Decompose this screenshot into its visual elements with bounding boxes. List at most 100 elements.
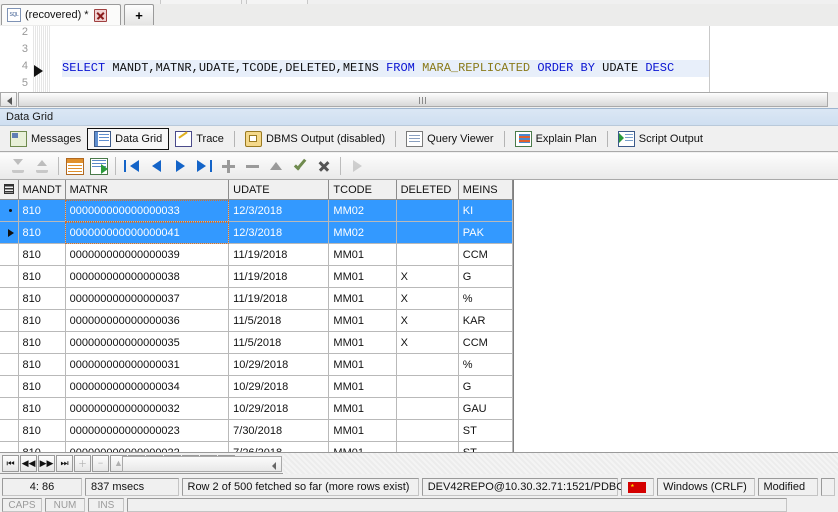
first-record-button[interactable] (120, 155, 144, 177)
row-marker-current[interactable] (0, 221, 19, 244)
nav-next-button[interactable]: ▶▶ (38, 454, 55, 472)
nav-first-button[interactable]: ⏮ (2, 454, 19, 472)
cell-matnr[interactable]: 000000000000000034 (65, 375, 230, 398)
cell-matnr[interactable]: 000000000000000022 (65, 441, 230, 452)
cell-mandt[interactable]: 810 (18, 397, 66, 420)
row-marker[interactable] (0, 331, 19, 354)
table-row[interactable]: 810 000000000000000041 12/3/2018 MM02 PA… (0, 221, 514, 244)
column-header-deleted[interactable]: DELETED (396, 180, 459, 200)
cell-meins[interactable]: G (458, 375, 514, 398)
cell-mandt[interactable]: 810 (18, 441, 66, 452)
post-edit-button[interactable] (288, 155, 312, 177)
column-header-matnr[interactable]: MATNR (65, 180, 230, 200)
cell-tcode[interactable]: MM01 (328, 375, 397, 398)
table-row[interactable]: 810 000000000000000022 7/26/2018 MM01 ST (0, 441, 514, 452)
cell-mandt[interactable]: 810 (18, 287, 66, 310)
cell-mandt[interactable]: 810 (18, 199, 66, 222)
column-header-meins[interactable]: MEINS (458, 180, 514, 200)
cell-mandt[interactable]: 810 (18, 375, 66, 398)
cell-tcode[interactable]: MM01 (328, 397, 397, 420)
row-marker[interactable] (0, 287, 19, 310)
close-icon[interactable] (93, 8, 107, 22)
grid-menu-button[interactable] (0, 180, 19, 200)
tab-script-output[interactable]: Script Output (612, 128, 709, 150)
cell-udate[interactable]: 10/29/2018 (228, 353, 330, 376)
table-row[interactable]: 810 000000000000000032 10/29/2018 MM01 G… (0, 397, 514, 420)
cell-matnr[interactable]: 000000000000000041 (65, 221, 230, 244)
cell-deleted[interactable] (396, 375, 459, 398)
table-row[interactable]: 810 000000000000000035 11/5/2018 MM01 X … (0, 331, 514, 354)
import-data-button[interactable] (6, 155, 30, 177)
cell-meins[interactable]: G (458, 265, 514, 288)
nav-prior-button[interactable]: ◀◀ (20, 454, 37, 472)
cell-meins[interactable]: KI (458, 199, 514, 222)
tab-data-grid[interactable]: Data Grid (87, 127, 170, 150)
status-line-endings[interactable]: Windows (CRLF) (657, 478, 755, 496)
table-row[interactable]: 810 000000000000000033 12/3/2018 MM02 KI (0, 199, 514, 222)
row-marker[interactable] (0, 419, 19, 442)
cell-meins[interactable]: ST (458, 419, 514, 442)
row-marker[interactable] (0, 375, 19, 398)
cell-udate[interactable]: 11/19/2018 (228, 265, 330, 288)
scroll-thumb[interactable] (18, 92, 828, 107)
tab-dbms-output[interactable]: DBMS Output (disabled) (239, 128, 391, 150)
cell-mandt[interactable]: 810 (18, 419, 66, 442)
cell-matnr[interactable]: 000000000000000038 (65, 265, 230, 288)
document-tab[interactable]: (recovered) * (1, 4, 121, 25)
cell-deleted[interactable] (396, 353, 459, 376)
column-header-udate[interactable]: UDATE (228, 180, 330, 200)
delete-record-button[interactable] (240, 155, 264, 177)
cell-matnr[interactable]: 000000000000000039 (65, 243, 230, 266)
cell-deleted[interactable]: X (396, 287, 459, 310)
cell-udate[interactable]: 7/30/2018 (228, 419, 330, 442)
last-record-button[interactable] (192, 155, 216, 177)
cell-mandt[interactable]: 810 (18, 243, 66, 266)
table-row[interactable]: 810 000000000000000036 11/5/2018 MM01 X … (0, 309, 514, 332)
nav-delete-button[interactable]: − (92, 454, 109, 472)
row-marker[interactable] (0, 397, 19, 420)
grid-horizontal-scrollbar[interactable] (122, 456, 282, 472)
cell-meins[interactable]: % (458, 353, 514, 376)
cell-meins[interactable]: KAR (458, 309, 514, 332)
cell-tcode[interactable]: MM01 (328, 309, 397, 332)
previous-record-button[interactable] (144, 155, 168, 177)
cell-udate[interactable]: 12/3/2018 (228, 221, 330, 244)
row-marker[interactable] (0, 243, 19, 266)
row-marker[interactable] (0, 265, 19, 288)
cell-meins[interactable]: CCM (458, 243, 514, 266)
cell-tcode[interactable]: MM01 (328, 353, 397, 376)
tab-query-viewer[interactable]: Query Viewer (400, 128, 499, 150)
execute-arrow-icon[interactable] (34, 65, 43, 77)
row-marker[interactable] (0, 441, 19, 452)
cell-matnr[interactable]: 000000000000000035 (65, 331, 230, 354)
cell-tcode[interactable]: MM01 (328, 419, 397, 442)
data-grid[interactable]: MANDT MATNR UDATE TCODE DELETED MEINS 81… (0, 180, 514, 452)
row-marker[interactable] (0, 199, 19, 222)
grid-export-button[interactable] (87, 155, 111, 177)
cell-meins[interactable]: CCM (458, 331, 514, 354)
cell-tcode[interactable]: MM01 (328, 331, 397, 354)
next-record-button[interactable] (168, 155, 192, 177)
cell-tcode[interactable]: MM02 (328, 199, 397, 222)
cell-matnr[interactable]: 000000000000000032 (65, 397, 230, 420)
cell-mandt[interactable]: 810 (18, 265, 66, 288)
cancel-edit-button[interactable] (312, 155, 336, 177)
editor-horizontal-scrollbar[interactable] (0, 92, 838, 109)
cell-udate[interactable]: 11/19/2018 (228, 243, 330, 266)
cell-udate[interactable]: 10/29/2018 (228, 397, 330, 420)
cell-mandt[interactable]: 810 (18, 221, 66, 244)
scroll-left-button[interactable] (0, 92, 17, 107)
nav-insert-button[interactable]: ＋ (74, 454, 91, 472)
cell-meins[interactable]: GAU (458, 397, 514, 420)
cell-mandt[interactable]: 810 (18, 309, 66, 332)
cell-tcode[interactable]: MM01 (328, 265, 397, 288)
cell-mandt[interactable]: 810 (18, 353, 66, 376)
overflow-button[interactable] (345, 155, 369, 177)
cell-deleted[interactable]: X (396, 265, 459, 288)
cell-tcode[interactable]: MM01 (328, 441, 397, 452)
cell-udate[interactable]: 12/3/2018 (228, 199, 330, 222)
column-header-tcode[interactable]: TCODE (328, 180, 397, 200)
cell-deleted[interactable]: X (396, 309, 459, 332)
cell-matnr[interactable]: 000000000000000037 (65, 287, 230, 310)
row-marker[interactable] (0, 353, 19, 376)
